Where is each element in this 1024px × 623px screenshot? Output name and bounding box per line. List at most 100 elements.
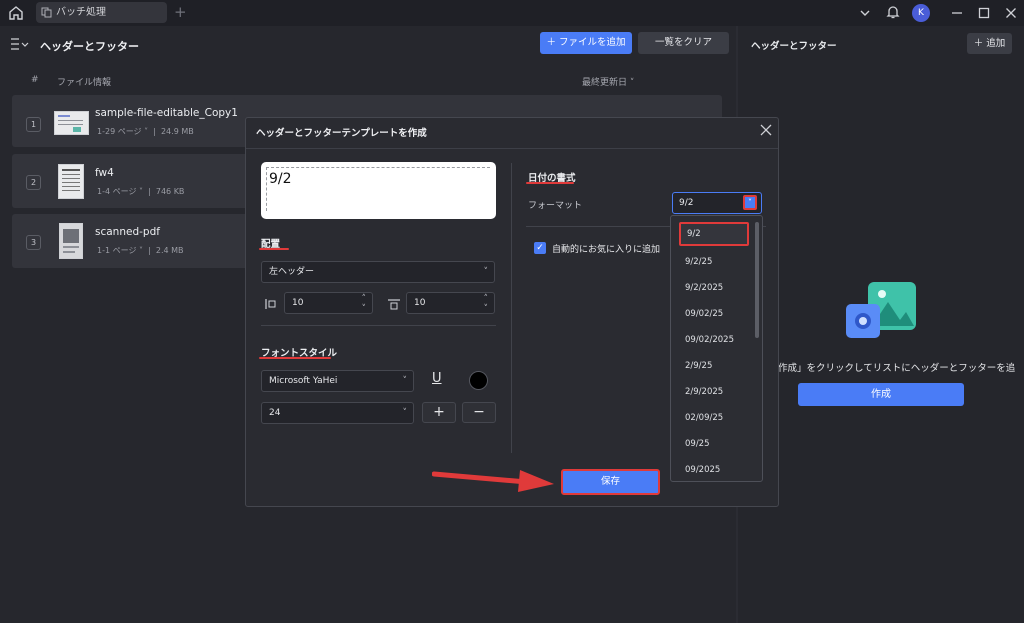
decrease-font-button[interactable]: − bbox=[462, 402, 496, 423]
stepper-arrows-icon: ˄ ˅ bbox=[483, 294, 489, 314]
tab-batch-process[interactable]: バッチ処理 bbox=[36, 2, 167, 23]
page-range[interactable]: 1-4 ページ bbox=[97, 187, 136, 196]
empty-state-illustration-icon bbox=[846, 282, 916, 338]
position-value: 左ヘッダー bbox=[269, 267, 315, 277]
highlight-underline bbox=[259, 248, 289, 250]
file-name: fw4 bbox=[95, 167, 114, 179]
margin-left-value: 10 bbox=[292, 298, 304, 308]
avatar[interactable]: K bbox=[912, 4, 930, 22]
highlight-underline bbox=[259, 357, 331, 359]
font-family-value: Microsoft YaHei bbox=[269, 376, 338, 386]
position-select[interactable]: 左ヘッダー ˅ bbox=[261, 261, 495, 283]
plus-icon: ＋ bbox=[546, 37, 559, 48]
stepper-arrows-icon: ˄ ˅ bbox=[361, 294, 367, 314]
chevron-down-icon: ˅ bbox=[402, 376, 408, 386]
preview-text: 9/2 bbox=[269, 171, 292, 187]
format-dropdown-list: 9/2 9/2/25 9/2/2025 09/02/25 09/02/2025 … bbox=[670, 215, 763, 482]
plus-icon: ＋ bbox=[973, 38, 987, 49]
maximize-icon[interactable] bbox=[977, 6, 991, 20]
preview-area: 9/2 bbox=[261, 162, 496, 219]
clear-list-button[interactable]: 一覧をクリア bbox=[638, 32, 729, 54]
margin-top-icon bbox=[388, 299, 400, 310]
add-file-label: ファイルを追加 bbox=[559, 37, 626, 48]
empty-state-message: 作成」をクリックしてリストにヘッダーとフッターを追 bbox=[778, 363, 1016, 374]
format-option[interactable]: 9/2 bbox=[679, 222, 749, 246]
add-label: 追加 bbox=[986, 38, 1006, 49]
menu-icon[interactable] bbox=[10, 37, 30, 51]
home-icon[interactable] bbox=[7, 4, 25, 22]
file-size: 746 KB bbox=[155, 187, 185, 196]
column-header-number: # bbox=[31, 75, 39, 85]
page-range[interactable]: 1-29 ページ bbox=[97, 127, 142, 136]
annotation-arrow-icon bbox=[432, 470, 554, 492]
file-meta: 1-1 ページ ˅ | 2.4 MB bbox=[97, 246, 184, 255]
close-window-icon[interactable] bbox=[1004, 6, 1018, 20]
column-header-last-modified[interactable]: 最終更新日 ˅ bbox=[582, 75, 634, 88]
file-thumbnail bbox=[59, 223, 83, 259]
underline-toggle[interactable]: U bbox=[432, 371, 442, 386]
format-option[interactable]: 9/2/2025 bbox=[671, 275, 753, 301]
format-option[interactable]: 09/25 bbox=[671, 431, 753, 457]
vertical-divider bbox=[511, 163, 512, 453]
margin-left-icon bbox=[265, 299, 276, 309]
highlight-underline bbox=[526, 182, 574, 184]
format-option[interactable]: 2/9/2025 bbox=[671, 379, 753, 405]
create-button[interactable]: 作成 bbox=[798, 383, 964, 406]
page-range[interactable]: 1-1 ページ bbox=[97, 246, 136, 255]
chevron-down-icon: ˅ bbox=[402, 408, 408, 418]
format-value: 9/2 bbox=[679, 198, 694, 208]
chevron-down-icon[interactable] bbox=[858, 6, 872, 20]
page-title: ヘッダーとフッター bbox=[40, 40, 139, 53]
margin-top-stepper[interactable]: 10 ˄ ˅ bbox=[406, 292, 495, 314]
auto-favorite-label: 自動的にお気に入りに追加 bbox=[552, 245, 661, 255]
auto-favorite-checkbox[interactable]: ✓ bbox=[534, 242, 546, 254]
side-panel-title: ヘッダーとフッター bbox=[751, 41, 837, 52]
format-dropdown-toggle[interactable]: ˅ bbox=[743, 195, 757, 210]
add-file-button[interactable]: ＋ ファイルを追加 bbox=[540, 32, 632, 54]
close-icon[interactable] bbox=[759, 123, 773, 137]
format-option[interactable]: 09/2025 bbox=[671, 457, 753, 481]
file-meta: 1-4 ページ ˅ | 746 KB bbox=[97, 187, 185, 196]
divider bbox=[246, 148, 778, 149]
format-label: フォーマット bbox=[528, 201, 583, 211]
row-number: 1 bbox=[26, 117, 41, 132]
add-template-button[interactable]: ＋ 追加 bbox=[967, 33, 1012, 54]
file-thumbnail bbox=[58, 164, 84, 199]
last-modified-label: 最終更新日 bbox=[582, 78, 628, 88]
margin-left-stepper[interactable]: 10 ˄ ˅ bbox=[284, 292, 373, 314]
dialog-title: ヘッダーとフッターテンプレートを作成 bbox=[256, 128, 427, 139]
font-size-value: 24 bbox=[269, 408, 281, 418]
format-option[interactable]: 2/9/25 bbox=[671, 353, 753, 379]
format-option[interactable]: 9/2/25 bbox=[671, 249, 753, 275]
minimize-icon[interactable] bbox=[950, 6, 964, 20]
font-color-swatch[interactable] bbox=[469, 371, 488, 390]
increase-font-button[interactable]: + bbox=[422, 402, 456, 423]
font-size-select[interactable]: 24 ˅ bbox=[261, 402, 414, 424]
batch-icon bbox=[41, 7, 52, 18]
divider bbox=[261, 325, 496, 326]
column-header-file-info: ファイル情報 bbox=[57, 78, 112, 88]
sort-chevron-icon: ˅ bbox=[629, 78, 635, 88]
tab-label: バッチ処理 bbox=[56, 7, 106, 18]
format-option[interactable]: 09/02/25 bbox=[671, 301, 753, 327]
title-bar: バッチ処理 + K bbox=[0, 0, 1024, 26]
file-name: scanned-pdf bbox=[95, 226, 160, 238]
scrollbar-thumb[interactable] bbox=[755, 222, 759, 338]
file-size: 24.9 MB bbox=[160, 127, 194, 136]
font-family-select[interactable]: Microsoft YaHei ˅ bbox=[261, 370, 414, 392]
file-size: 2.4 MB bbox=[155, 246, 184, 255]
file-thumbnail bbox=[54, 111, 89, 135]
chevron-down-icon: ˅ bbox=[748, 198, 752, 207]
margin-top-value: 10 bbox=[414, 298, 426, 308]
row-number: 2 bbox=[26, 175, 41, 190]
file-meta: 1-29 ページ ˅ | 24.9 MB bbox=[97, 127, 194, 136]
row-number: 3 bbox=[26, 235, 41, 250]
new-tab-button[interactable]: + bbox=[174, 3, 187, 21]
chevron-down-icon: ˅ bbox=[483, 267, 489, 277]
preview-guide bbox=[266, 167, 490, 211]
save-button[interactable]: 保存 bbox=[561, 469, 660, 495]
format-option[interactable]: 09/02/2025 bbox=[671, 327, 753, 353]
format-option[interactable]: 02/09/25 bbox=[671, 405, 753, 431]
file-name: sample-file-editable_Copy1 bbox=[95, 107, 238, 119]
bell-icon[interactable] bbox=[885, 4, 901, 20]
